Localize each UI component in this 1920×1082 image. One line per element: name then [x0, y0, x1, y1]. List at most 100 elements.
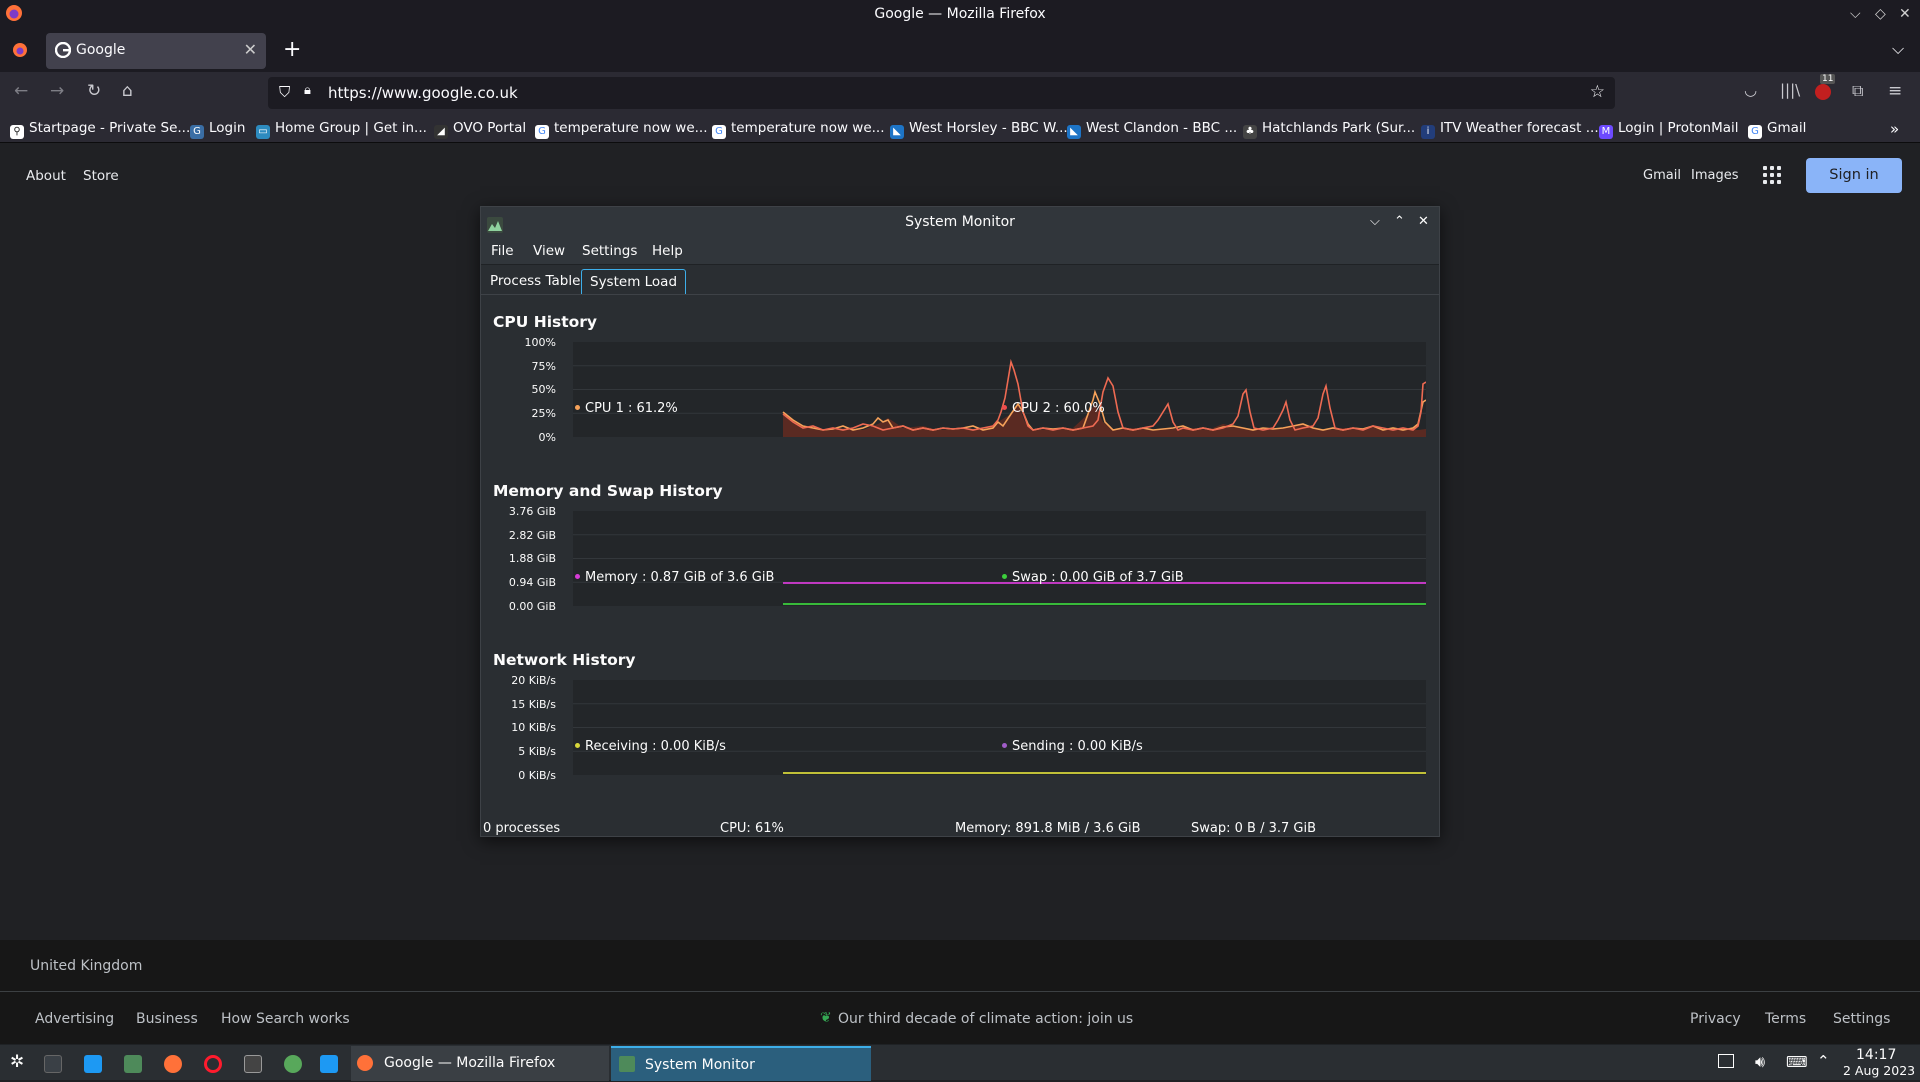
tray-expand-icon[interactable]: ⌃	[1817, 1052, 1830, 1070]
menu-view[interactable]: View	[533, 243, 565, 259]
advertising-link[interactable]: Advertising	[35, 1011, 114, 1027]
store-link[interactable]: Store	[83, 168, 119, 184]
bookmarks-overflow-icon[interactable]: »	[1890, 120, 1899, 138]
images-link[interactable]: Images	[1691, 168, 1739, 183]
lock-icon[interactable]: 🔒︎	[304, 83, 311, 98]
google-favicon-icon	[54, 41, 72, 62]
back-icon[interactable]: ←	[14, 81, 28, 101]
bookmark-item[interactable]: ◣ West Horsley - BBC W...	[890, 120, 1068, 139]
menu-settings[interactable]: Settings	[582, 243, 637, 259]
cpu-tick-label: 50%	[531, 383, 556, 396]
url-bar[interactable]: ⛉ 🔒︎ https://www.google.co.uk ☆	[268, 77, 1615, 109]
volume-icon[interactable]: 🔊︎	[1755, 1052, 1765, 1072]
bookmark-item[interactable]: Gtemperature now we...	[535, 120, 708, 139]
memory-history-plot	[573, 511, 1426, 606]
bookmark-item[interactable]: Gtemperature now we...	[712, 120, 885, 139]
gmail-link[interactable]: Gmail	[1643, 168, 1681, 183]
task-firefox[interactable]: Google — Mozilla Firefox	[351, 1046, 609, 1081]
task-label: System Monitor	[645, 1057, 755, 1073]
reload-icon[interactable]: ↻	[87, 81, 101, 101]
about-link[interactable]: About	[26, 168, 66, 184]
terminal-icon[interactable]	[44, 1055, 62, 1073]
clock-time[interactable]: 14:17	[1856, 1047, 1896, 1063]
cpu2-legend: CPU 2 : 60.0%	[1002, 401, 1105, 416]
protonmail-icon: M	[1599, 125, 1613, 139]
new-tab-icon[interactable]: +	[283, 37, 301, 62]
minimize-icon[interactable]: ⌵	[1850, 0, 1861, 29]
itv-icon: i	[1421, 125, 1435, 139]
sending-swatch	[1002, 743, 1007, 748]
google-apps-icon[interactable]	[1763, 166, 1783, 186]
bookmark-item[interactable]: G Gmail	[1748, 120, 1806, 139]
firefox-icon[interactable]	[164, 1055, 182, 1073]
close-icon[interactable]: ✕	[1899, 0, 1911, 29]
privacy-link[interactable]: Privacy	[1690, 1011, 1741, 1027]
mem-tick-label: 1.88 GiB	[508, 552, 556, 565]
library-icon[interactable]: |||\	[1780, 81, 1800, 99]
net-tick-label: 15 KiB/s	[511, 698, 556, 711]
opera-icon[interactable]	[204, 1055, 222, 1073]
ublock-icon[interactable]	[1815, 84, 1831, 100]
cpu-history-plot	[573, 342, 1426, 437]
bookmark-item[interactable]: M Login | ProtonMail	[1599, 120, 1739, 139]
terms-link[interactable]: Terms	[1765, 1011, 1806, 1027]
download-icon[interactable]	[284, 1055, 302, 1073]
tab-close-icon[interactable]: ✕	[244, 40, 257, 59]
forward-icon[interactable]: →	[50, 81, 64, 101]
minimize-icon[interactable]: ⌵	[1370, 207, 1380, 237]
file-manager-icon[interactable]	[320, 1055, 338, 1073]
cpu-tick-label: 75%	[531, 360, 556, 373]
navigation-toolbar: ← → ↻ ⌂ ⛉ 🔒︎ https://www.google.co.uk ☆ …	[0, 72, 1920, 114]
extensions-icon[interactable]: ⧉	[1852, 81, 1863, 101]
sign-in-button[interactable]: Sign in	[1806, 158, 1902, 193]
text-editor-icon[interactable]	[84, 1055, 102, 1073]
menu-icon[interactable]: ≡	[1888, 81, 1902, 101]
bookmark-item[interactable]: ◢ OVO Portal	[434, 120, 526, 139]
search-icon: ⚲	[10, 125, 24, 139]
list-tabs-icon[interactable]: ⌵	[1892, 39, 1904, 59]
pocket-icon[interactable]: ◡	[1744, 81, 1757, 99]
tab-process-table[interactable]: Process Table	[482, 269, 588, 294]
app-grid-icon[interactable]	[244, 1055, 262, 1073]
business-link[interactable]: Business	[136, 1011, 198, 1027]
clock-date[interactable]: 2 Aug 2023	[1843, 1063, 1915, 1078]
cpu-tick-label: 100%	[524, 336, 556, 349]
window-titlebar: Google — Mozilla Firefox ⌵ ◇ ✕	[0, 0, 1920, 30]
bookmark-item[interactable]: ◣ West Clandon - BBC ...	[1067, 120, 1237, 139]
menu-help[interactable]: Help	[652, 243, 683, 259]
maximize-icon[interactable]: ⌃	[1394, 207, 1405, 237]
firefox-view-icon[interactable]	[11, 41, 29, 63]
menu-file[interactable]: File	[491, 243, 514, 259]
system-monitor-icon[interactable]	[124, 1055, 142, 1073]
show-desktop-icon[interactable]	[1718, 1054, 1734, 1068]
network-icon[interactable]: ⌨	[1786, 1053, 1808, 1071]
bookmark-item[interactable]: ⚲ Startpage - Private Se...	[10, 120, 190, 139]
bookmark-item[interactable]: ♣ Hatchlands Park (Sur...	[1243, 120, 1415, 139]
settings-link[interactable]: Settings	[1833, 1011, 1890, 1027]
app-launcher-icon[interactable]: ✲	[10, 1052, 24, 1072]
bookmark-item[interactable]: G Login	[190, 120, 245, 139]
sysmon-title: System Monitor	[905, 214, 1015, 230]
tab-google[interactable]: Google ✕	[46, 33, 266, 69]
close-icon[interactable]: ✕	[1418, 207, 1429, 237]
net-tick-label: 20 KiB/s	[511, 674, 556, 687]
cpu1-legend: CPU 1 : 61.2%	[575, 401, 678, 416]
swap-status: Swap: 0 B / 3.7 GiB	[1191, 821, 1316, 836]
task-system-monitor[interactable]: System Monitor	[611, 1046, 871, 1081]
url-text[interactable]: https://www.google.co.uk	[328, 84, 518, 102]
how-search-works-link[interactable]: How Search works	[221, 1011, 350, 1027]
climate-link[interactable]: Our third decade of climate action: join…	[838, 1011, 1133, 1027]
mem-tick-label: 2.82 GiB	[508, 529, 556, 542]
bookmark-star-icon[interactable]: ☆	[1590, 82, 1605, 102]
maximize-icon[interactable]: ◇	[1875, 0, 1886, 29]
system-monitor-window: System Monitor ⌵ ⌃ ✕ File View Settings …	[480, 206, 1440, 837]
sending-legend: Sending : 0.00 KiB/s	[1002, 739, 1143, 754]
home-icon[interactable]: ⌂	[122, 81, 133, 101]
mem-tick-label: 0.00 GiB	[508, 600, 556, 613]
tab-system-load[interactable]: System Load	[581, 269, 687, 294]
bookmarks-toolbar: ⚲ Startpage - Private Se... G Login ▭ Home …	[0, 114, 1920, 143]
shield-icon[interactable]: ⛉	[279, 83, 290, 101]
bookmark-item[interactable]: ▭ Home Group | Get in...	[256, 120, 427, 139]
bookmark-item[interactable]: i ITV Weather forecast ...	[1421, 120, 1599, 139]
country-label: United Kingdom	[30, 958, 143, 974]
